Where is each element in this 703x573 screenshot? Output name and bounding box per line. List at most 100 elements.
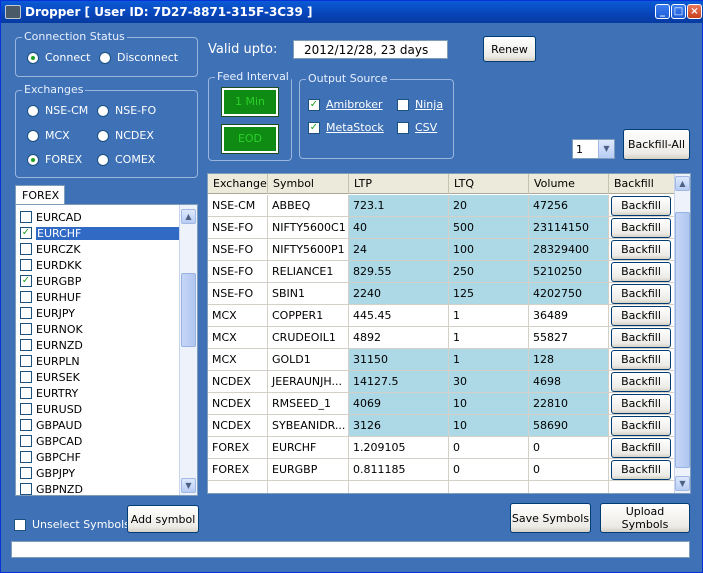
scroll-up-icon[interactable]: ▲ xyxy=(181,209,196,224)
checkbox-icon[interactable] xyxy=(20,387,32,399)
table-row[interactable]: NCDEX SYBEANIDR... 3126 10 58690 Backfill xyxy=(208,415,675,437)
table-scrollbar[interactable]: ▲ ▼ xyxy=(674,174,690,493)
table-row[interactable]: NSE-FO RELIANCE1 829.55 250 5210250 Backfill xyxy=(208,261,675,283)
scroll-thumb[interactable] xyxy=(181,273,196,347)
check-icon[interactable]: ✓ xyxy=(20,227,32,239)
symbol-list-item[interactable]: GBPCHF xyxy=(20,449,180,465)
checkbox-icon[interactable] xyxy=(20,355,32,367)
connect-radio[interactable]: Connect xyxy=(27,51,90,64)
chevron-down-icon[interactable]: ▼ xyxy=(598,140,614,158)
backfill-all-button[interactable]: Backfill-All xyxy=(623,129,690,160)
symbol-list-item[interactable]: GBPAUD xyxy=(20,417,180,433)
row-backfill-button[interactable]: Backfill xyxy=(611,372,671,392)
scroll-thumb[interactable] xyxy=(675,212,690,468)
exchange-radio-comex[interactable]: COMEX xyxy=(97,153,155,166)
symbol-list-item[interactable]: EURPLN xyxy=(20,353,180,369)
row-backfill-button[interactable]: Backfill xyxy=(611,262,671,282)
checkbox-icon[interactable] xyxy=(20,323,32,335)
symbol-list-item[interactable]: EURJPY xyxy=(20,305,180,321)
table-row[interactable]: MCX GOLD1 31150 1 128 Backfill xyxy=(208,349,675,371)
exchange-radio-nse-cm[interactable]: NSE-CM xyxy=(27,104,88,117)
csv-checkbox[interactable]: CSV xyxy=(397,121,437,134)
add-symbol-button[interactable]: Add symbol xyxy=(127,505,199,533)
symbol-list-item[interactable]: GBPJPY xyxy=(20,465,180,481)
table-row[interactable]: NCDEX RMSEED_1 4069 10 22810 Backfill xyxy=(208,393,675,415)
backfill-days-select[interactable]: 1 ▼ xyxy=(572,139,615,159)
checkbox-icon[interactable] xyxy=(20,451,32,463)
symbol-list-item[interactable]: EURNZD xyxy=(20,337,180,353)
save-symbols-button[interactable]: Save Symbols xyxy=(510,503,591,533)
checkbox-icon[interactable] xyxy=(20,419,32,431)
table-row[interactable]: FOREX EURGBP 0.811185 0 0 Backfill xyxy=(208,459,675,481)
table-row[interactable]: FOREX EURCHF 1.209105 0 0 Backfill xyxy=(208,437,675,459)
title-bar[interactable]: Dropper [ User ID: 7D27-8871-315F-3C39 ]… xyxy=(1,1,703,23)
row-backfill-button[interactable]: Backfill xyxy=(611,328,671,348)
symbol-list-item[interactable]: EURCAD xyxy=(20,209,180,225)
symbol-list-item[interactable]: EURCZK xyxy=(20,241,180,257)
tab-forex[interactable]: FOREX xyxy=(15,185,65,205)
table-row[interactable]: NSE-FO SBIN1 2240 125 4202750 Backfill xyxy=(208,283,675,305)
symbol-list-item[interactable]: GBPNZD xyxy=(20,481,180,495)
checkbox-icon[interactable] xyxy=(20,483,32,495)
table-row[interactable]: NSE-CM ABBEQ 723.1 20 47256 Backfill xyxy=(208,195,675,217)
check-icon[interactable]: ✓ xyxy=(20,275,32,287)
symbol-list-item[interactable]: EURUSD xyxy=(20,401,180,417)
column-header-volume[interactable]: Volume xyxy=(529,174,609,194)
renew-button[interactable]: Renew xyxy=(483,36,536,62)
checkbox-icon[interactable] xyxy=(20,211,32,223)
ninja-checkbox[interactable]: Ninja xyxy=(397,98,443,111)
feed-1min-button[interactable]: 1 Min xyxy=(221,87,279,117)
checkbox-icon[interactable] xyxy=(20,291,32,303)
upload-symbols-button[interactable]: Upload Symbols xyxy=(600,503,690,533)
column-header-symbol[interactable]: Symbol xyxy=(268,174,349,194)
checkbox-icon[interactable] xyxy=(20,435,32,447)
symbol-list-item[interactable]: EURHUF xyxy=(20,289,180,305)
symbol-list-item[interactable]: EURDKK xyxy=(20,257,180,273)
checkbox-icon[interactable] xyxy=(20,243,32,255)
maximize-button[interactable]: □ xyxy=(671,4,686,19)
symbol-list-item[interactable]: EURSEK xyxy=(20,369,180,385)
row-backfill-button[interactable]: Backfill xyxy=(611,240,671,260)
exchange-radio-ncdex[interactable]: NCDEX xyxy=(97,129,154,142)
row-backfill-button[interactable]: Backfill xyxy=(611,438,671,458)
checkbox-icon[interactable] xyxy=(20,339,32,351)
checkbox-icon[interactable] xyxy=(20,467,32,479)
row-backfill-button[interactable]: Backfill xyxy=(611,416,671,436)
symbol-list-item[interactable]: GBPCAD xyxy=(20,433,180,449)
table-row[interactable]: NSE-FO NIFTY5600P1 24 100 28329400 Backfill xyxy=(208,239,675,261)
row-backfill-button[interactable]: Backfill xyxy=(611,306,671,326)
unselect-symbols-checkbox[interactable]: Unselect Symbols xyxy=(14,518,130,531)
column-header-ltq[interactable]: LTQ xyxy=(449,174,529,194)
exchange-radio-forex[interactable]: FOREX xyxy=(27,153,82,166)
column-header-backfill[interactable]: Backfill xyxy=(609,174,675,194)
symbol-list-item[interactable]: EURTRY xyxy=(20,385,180,401)
symbol-list-item[interactable]: EURNOK xyxy=(20,321,180,337)
symbol-list-scrollbar[interactable]: ▲ ▼ xyxy=(179,205,197,495)
table-row[interactable]: MCX CRUDEOIL1 4892 1 55827 Backfill xyxy=(208,327,675,349)
checkbox-icon[interactable] xyxy=(20,371,32,383)
minimize-button[interactable]: _ xyxy=(655,4,670,19)
checkbox-icon[interactable] xyxy=(20,307,32,319)
table-row[interactable]: MCX COPPER1 445.45 1 36489 Backfill xyxy=(208,305,675,327)
symbol-list-item[interactable]: ✓ EURCHF xyxy=(20,225,180,241)
exchange-radio-nse-fo[interactable]: NSE-FO xyxy=(97,104,156,117)
scroll-down-icon[interactable]: ▼ xyxy=(181,478,196,493)
symbol-list-item[interactable]: ✓ EURGBP xyxy=(20,273,180,289)
column-header-exchange[interactable]: Exchange xyxy=(208,174,268,194)
checkbox-icon[interactable] xyxy=(20,403,32,415)
close-button[interactable]: × xyxy=(687,4,702,19)
row-backfill-button[interactable]: Backfill xyxy=(611,460,671,480)
column-header-ltp[interactable]: LTP xyxy=(349,174,449,194)
row-backfill-button[interactable]: Backfill xyxy=(611,284,671,304)
table-row[interactable]: NSE-FO NIFTY5600C1 40 500 23114150 Backfill xyxy=(208,217,675,239)
row-backfill-button[interactable]: Backfill xyxy=(611,350,671,370)
row-backfill-button[interactable]: Backfill xyxy=(611,196,671,216)
scroll-up-icon[interactable]: ▲ xyxy=(675,176,690,191)
scroll-down-icon[interactable]: ▼ xyxy=(675,476,690,491)
table-row[interactable]: NCDEX JEERAUNJH... 14127.5 30 4698 Backfill xyxy=(208,371,675,393)
feed-eod-button[interactable]: EOD xyxy=(221,124,279,154)
exchange-radio-mcx[interactable]: MCX xyxy=(27,129,70,142)
row-backfill-button[interactable]: Backfill xyxy=(611,394,671,414)
amibroker-checkbox[interactable]: ✓ Amibroker xyxy=(308,98,383,111)
disconnect-radio[interactable]: Disconnect xyxy=(99,51,178,64)
